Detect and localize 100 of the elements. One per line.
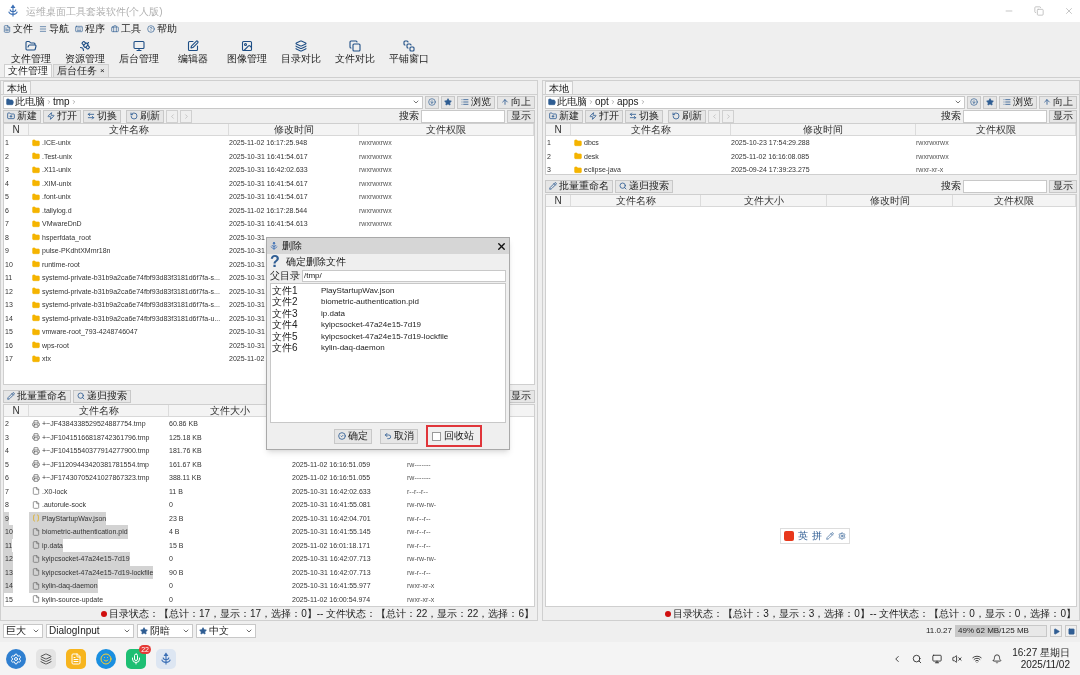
toolbar-button[interactable]: 打开: [43, 109, 81, 123]
stop-button[interactable]: [1065, 625, 1077, 637]
toolbar-button[interactable]: 目录对比: [274, 40, 328, 64]
toolbar-button[interactable]: 图像管理: [220, 40, 274, 64]
menu-item[interactable]: 帮助: [147, 24, 177, 34]
toolbar-button[interactable]: 平铺窗口: [382, 40, 436, 64]
path-segment[interactable]: apps: [616, 97, 639, 107]
font-size-dropdown[interactable]: 巨大: [3, 624, 43, 638]
pencil-icon[interactable]: [826, 532, 834, 540]
folder-icon: [32, 219, 40, 228]
muted-speaker-icon[interactable]: [952, 653, 963, 664]
theme-dropdown[interactable]: 阴暗: [137, 624, 193, 638]
document-tab[interactable]: 后台任务 ×: [53, 64, 109, 77]
dropdown-caret-icon[interactable]: [412, 98, 420, 106]
path-field[interactable]: 此电脑 opt apps: [545, 95, 965, 109]
font-dropdown[interactable]: DialogInput: [46, 624, 134, 638]
toolbar-button[interactable]: 资源管理: [58, 40, 112, 64]
favorite-button[interactable]: [441, 95, 455, 109]
favorite-button[interactable]: [983, 95, 997, 109]
search-field[interactable]: [963, 109, 1047, 123]
download-button[interactable]: [967, 95, 981, 109]
path-segment[interactable]: 此电脑: [15, 97, 45, 107]
download-button[interactable]: [425, 95, 439, 109]
settings-icon[interactable]: [838, 532, 846, 540]
directory-field[interactable]: /tmp/: [302, 270, 506, 282]
show-button[interactable]: 显示: [507, 109, 535, 123]
column-header[interactable]: 文件名称: [571, 124, 731, 135]
language-dropdown[interactable]: 中文: [196, 624, 256, 638]
toolbar-button[interactable]: 文件管理: [4, 40, 58, 64]
toolbar-button[interactable]: 刷新: [668, 109, 706, 123]
column-header[interactable]: 文件权限: [916, 124, 1076, 135]
show-button[interactable]: 显示: [1049, 179, 1077, 193]
tab-close[interactable]: ×: [100, 67, 105, 75]
chevron-right-icon: [182, 112, 190, 120]
batch-rename-button[interactable]: 批量重命名: [545, 179, 613, 193]
path-segment[interactable]: tmp: [53, 97, 70, 107]
column-header[interactable]: N: [546, 195, 571, 206]
recycle-checkbox[interactable]: 回收站: [432, 431, 474, 441]
menu-item[interactable]: 文件: [3, 24, 33, 34]
recursive-search-button[interactable]: 递归搜索: [615, 179, 673, 193]
toolbar-button[interactable]: 新建: [3, 109, 41, 123]
recursive-search-button[interactable]: 递归搜索: [73, 389, 131, 403]
menu-item[interactable]: 工具: [111, 24, 141, 34]
column-header[interactable]: 修改时间: [731, 124, 916, 135]
up-button[interactable]: 向上: [1039, 95, 1077, 109]
toolbar-button[interactable]: 新建: [545, 109, 583, 123]
ime-option[interactable]: 英: [798, 531, 808, 541]
column-header[interactable]: N: [4, 405, 29, 416]
column-header[interactable]: 文件大小: [701, 195, 827, 206]
menu-item[interactable]: 导航: [39, 24, 69, 34]
play-button[interactable]: [1050, 625, 1062, 637]
document-tab[interactable]: 文件管理: [4, 64, 52, 77]
memory-percent: 49%: [957, 625, 974, 637]
column-header[interactable]: 修改时间: [827, 195, 953, 206]
ime-option[interactable]: 拼: [812, 531, 822, 541]
path-field[interactable]: 此电脑 tmp: [3, 95, 423, 109]
network-icon[interactable]: [972, 653, 983, 664]
batch-rename-button[interactable]: 批量重命名: [3, 389, 71, 403]
toolbar-button[interactable]: 编辑器: [166, 40, 220, 64]
panel-tab[interactable]: 本地: [545, 81, 573, 94]
menu-item[interactable]: 程序: [75, 24, 105, 34]
browse-button[interactable]: 浏览: [999, 95, 1037, 109]
chevron-icon: [70, 99, 77, 105]
column-header[interactable]: N: [4, 124, 29, 135]
folder-icon: [32, 354, 40, 363]
multitask-icon[interactable]: [36, 648, 56, 669]
show-button[interactable]: 显示: [1049, 109, 1077, 123]
search-field[interactable]: [421, 109, 505, 123]
toolbar-button[interactable]: 刷新: [126, 109, 164, 123]
toolbar-button[interactable]: 文件对比: [328, 40, 382, 64]
toolbar-button[interactable]: 打开: [585, 109, 623, 123]
folder-icon: [32, 192, 40, 201]
column-header[interactable]: 文件权限: [953, 195, 1076, 206]
path-segment[interactable]: opt: [595, 97, 609, 107]
ime-logo-icon: [784, 531, 794, 541]
toolbar-button[interactable]: 切换: [625, 109, 663, 123]
ok-button[interactable]: 确定: [334, 428, 372, 444]
toolbar-button[interactable]: 切换: [83, 109, 121, 123]
panel-tab[interactable]: 本地: [3, 81, 31, 94]
browser-app-icon[interactable]: [96, 648, 116, 669]
notification-icon[interactable]: [992, 653, 1003, 664]
column-header[interactable]: 修改时间: [229, 124, 359, 135]
search-field[interactable]: [963, 179, 1047, 193]
column-header[interactable]: 文件名称: [29, 124, 229, 135]
launcher-icon[interactable]: [6, 648, 26, 669]
column-header[interactable]: N: [546, 124, 571, 135]
column-header[interactable]: 文件名称: [571, 195, 701, 206]
browse-button[interactable]: 浏览: [457, 95, 495, 109]
column-header[interactable]: 文件权限: [359, 124, 534, 135]
monitor-icon[interactable]: [932, 653, 943, 664]
file-icon: [32, 527, 40, 536]
close-icon[interactable]: [496, 240, 507, 252]
search-icon[interactable]: [912, 653, 923, 664]
cancel-button[interactable]: 取消: [380, 428, 418, 444]
toolbar-button[interactable]: 后台管理: [112, 40, 166, 64]
app-logo-icon[interactable]: [156, 648, 176, 669]
column-header[interactable]: 文件名称: [29, 405, 169, 416]
up-button[interactable]: 向上: [497, 95, 535, 109]
dropdown-caret-icon[interactable]: [954, 98, 962, 106]
path-segment[interactable]: 此电脑: [557, 97, 587, 107]
